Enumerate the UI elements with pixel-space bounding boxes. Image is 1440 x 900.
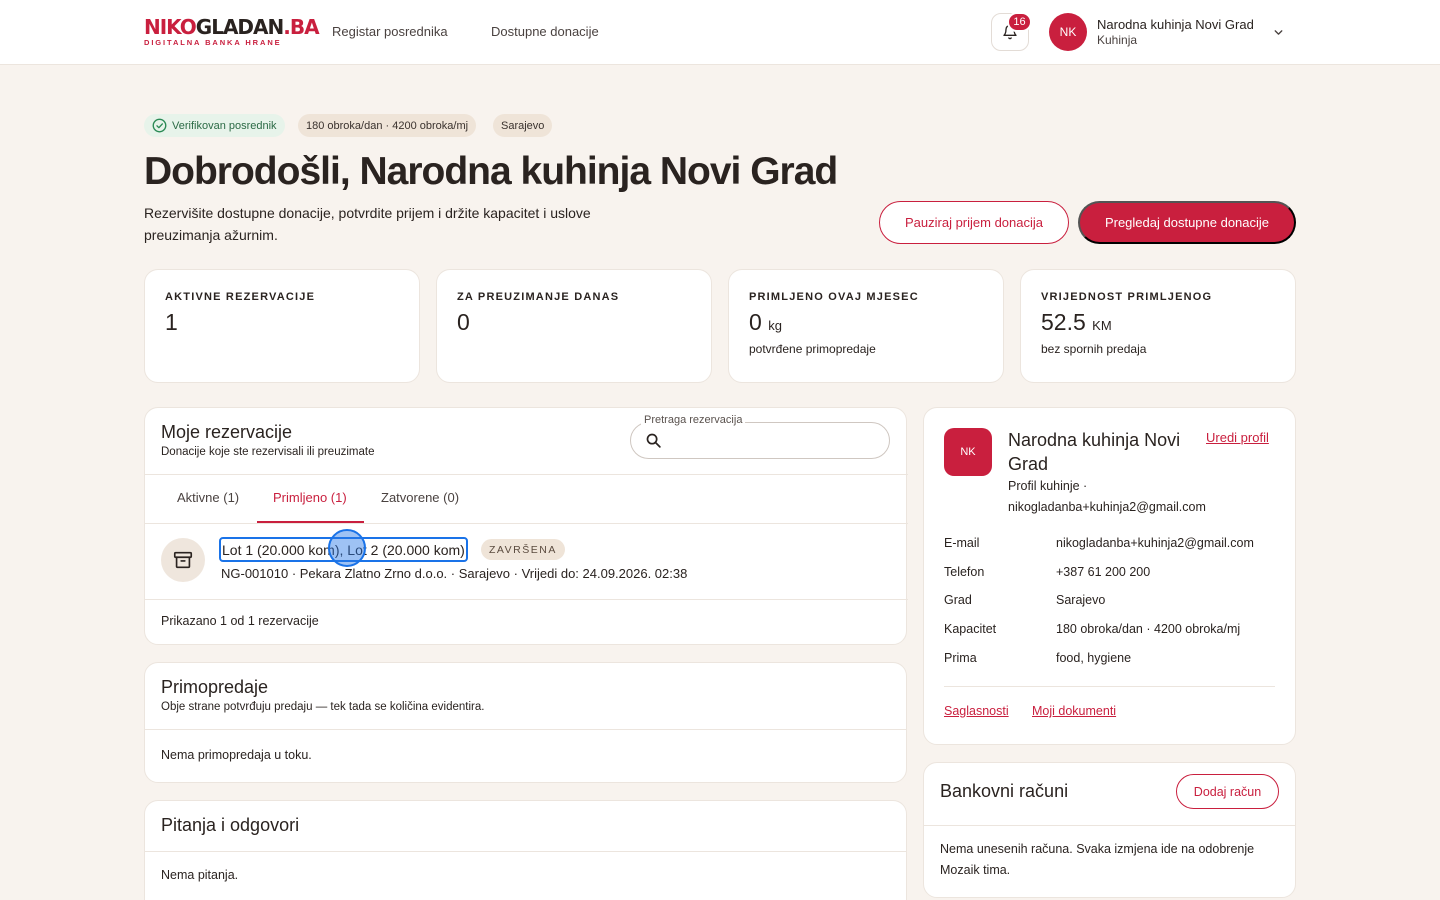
profile-card: NK Narodna kuhinja Novi Grad Uredi profi… — [923, 407, 1296, 745]
click-indicator — [328, 529, 366, 567]
stat-label: ZA PREUZIMANJE DANAS — [457, 291, 620, 303]
divider — [924, 825, 1295, 826]
top-bar: NIKOGLADAN.BA DIGITALNA BANKA HRANE Regi… — [0, 0, 1440, 65]
profile-value-phone: +387 61 200 200 — [1056, 565, 1151, 579]
nav-dostupne-donacije[interactable]: Dostupne donacije — [491, 24, 599, 39]
divider — [145, 851, 906, 852]
divider — [145, 523, 908, 524]
nav-registar-posrednika[interactable]: Registar posrednika — [332, 24, 448, 39]
tab-active-reservations[interactable]: Aktivne (1) — [177, 490, 239, 505]
stat-note: potvrđene primopredaje — [749, 342, 876, 356]
profile-value-capacity: 180 obroka/dan · 4200 obroka/mj — [1056, 622, 1241, 636]
bank-accounts-title: Bankovni računi — [940, 781, 1069, 801]
handovers-empty: Nema primopredaja u toku. — [161, 748, 312, 762]
qa-title: Pitanja i odgovori — [161, 815, 300, 835]
stat-note: bez spornih predaja — [1041, 342, 1147, 356]
stat-label: AKTIVNE REZERVACIJE — [165, 291, 316, 303]
page-subtitle: Rezervišite dostupne donacije, potvrdite… — [144, 205, 591, 243]
edit-profile-link[interactable]: Uredi profil — [1206, 430, 1269, 445]
stat-label: VRIJEDNOST PRIMLJENOG — [1041, 291, 1213, 303]
reservations-count: Prikazano 1 od 1 rezervacije — [161, 614, 319, 628]
stat-card-active-reservations: AKTIVNE REZERVACIJE 1 — [144, 269, 420, 383]
consents-link[interactable]: Saglasnosti — [944, 704, 1009, 718]
logo-tagline: DIGITALNA BANKA HRANE — [144, 38, 282, 47]
profile-value-city: Sarajevo — [1056, 593, 1106, 607]
logo-text-niko: NIKO — [144, 15, 197, 39]
stat-card-pickup-today: ZA PREUZIMANJE DANAS 0 — [436, 269, 712, 383]
archive-icon — [161, 538, 205, 582]
handovers-card: Primopredaje Obje strane potvrđuju preda… — [144, 662, 907, 783]
profile-label-city: Grad — [944, 593, 972, 607]
qa-card: Pitanja i odgovori Nema pitanja. — [144, 800, 907, 900]
capacity-chip: 180 obroka/dan · 4200 obroka/mj — [298, 114, 477, 137]
stat-unit: KM — [1092, 318, 1112, 333]
handovers-subtitle: Obje strane potvrđuju predaju — tek tada… — [161, 701, 485, 713]
check-circle-icon — [152, 118, 167, 133]
stat-card-received-month: PRIMLJENO OVAJ MJESEC 0 kg potvrđene pri… — [728, 269, 1004, 383]
stat-label: PRIMLJENO OVAJ MJESEC — [749, 291, 919, 303]
search-icon — [646, 433, 661, 448]
logo[interactable]: NIKOGLADAN.BA DIGITALNA BANKA HRANE — [144, 15, 320, 47]
profile-label-phone: Telefon — [944, 565, 985, 579]
logo-text-gladan: GLADAN — [195, 15, 284, 39]
divider — [145, 474, 908, 475]
user-role: Kuhinja — [1097, 33, 1138, 47]
browse-donations-button[interactable]: Pregledaj dostupne donacije — [1078, 201, 1296, 244]
my-documents-link[interactable]: Moji dokumenti — [1032, 704, 1116, 718]
stat-value: 0 kg — [749, 309, 782, 335]
reservations-title: Moje rezervacije — [161, 422, 293, 442]
profile-value-accepts: food, hygiene — [1056, 651, 1132, 665]
divider — [145, 599, 908, 600]
stat-value: 0 — [457, 309, 470, 335]
tab-closed[interactable]: Zatvorene (0) — [381, 490, 459, 505]
chevron-down-icon[interactable] — [1272, 26, 1285, 39]
reservations-card: Moje rezervacije Donacije koje ste rezer… — [144, 407, 908, 645]
tab-received[interactable]: Primljeno (1) — [273, 490, 347, 505]
city-chip: Sarajevo — [493, 114, 553, 137]
verified-label: Verifikovan posrednik — [172, 119, 277, 132]
user-avatar[interactable]: NK — [1049, 13, 1087, 51]
notification-count-badge: 16 — [1007, 12, 1032, 32]
page-title: Dobrodošli, Narodna kuhinja Novi Grad — [144, 150, 838, 193]
profile-label-email: E-mail — [944, 536, 980, 550]
divider — [944, 686, 1275, 687]
profile-label-accepts: Prima — [944, 651, 977, 665]
add-account-button[interactable]: Dodaj račun — [1176, 774, 1279, 809]
search-input-label: Pretraga rezervacija — [641, 414, 746, 426]
stat-card-received-value: VRIJEDNOST PRIMLJENOG 52.5 KM bez sporni… — [1020, 269, 1296, 383]
profile-subtitle: Profil kuhinje · nikogladanba+kuhinja2@g… — [1008, 479, 1206, 514]
user-name[interactable]: Narodna kuhinja Novi Grad — [1097, 17, 1254, 32]
reservation-meta: NG-001010 · Pekara Zlatno Zrno d.o.o. · … — [221, 566, 688, 581]
divider — [145, 729, 906, 730]
stat-value: 1 — [165, 309, 178, 335]
pause-donations-button[interactable]: Pauziraj prijem donacija — [879, 201, 1069, 244]
bank-accounts-empty: Nema unesenih računa. Svaka izmjena ide … — [940, 842, 1255, 877]
bank-accounts-card: Bankovni računi Dodaj račun Nema uneseni… — [923, 762, 1296, 898]
logo-text-ba: .BA — [283, 15, 319, 39]
handovers-title: Primopredaje — [161, 677, 269, 697]
profile-label-capacity: Kapacitet — [944, 622, 997, 636]
qa-empty: Nema pitanja. — [161, 868, 239, 882]
search-input[interactable] — [630, 422, 890, 459]
reservations-subtitle: Donacije koje ste rezervisali ili preuzi… — [161, 446, 375, 458]
verified-badge: Verifikovan posrednik — [144, 114, 285, 137]
profile-value-email: nikogladanba+kuhinja2@gmail.com — [1056, 536, 1254, 550]
status-badge: ZAVRŠENA — [481, 539, 565, 560]
stat-unit: kg — [768, 318, 782, 333]
profile-avatar: NK — [944, 428, 992, 476]
profile-name: Narodna kuhinja Novi Grad — [1008, 430, 1181, 474]
stat-value: 52.5 KM — [1041, 309, 1112, 335]
